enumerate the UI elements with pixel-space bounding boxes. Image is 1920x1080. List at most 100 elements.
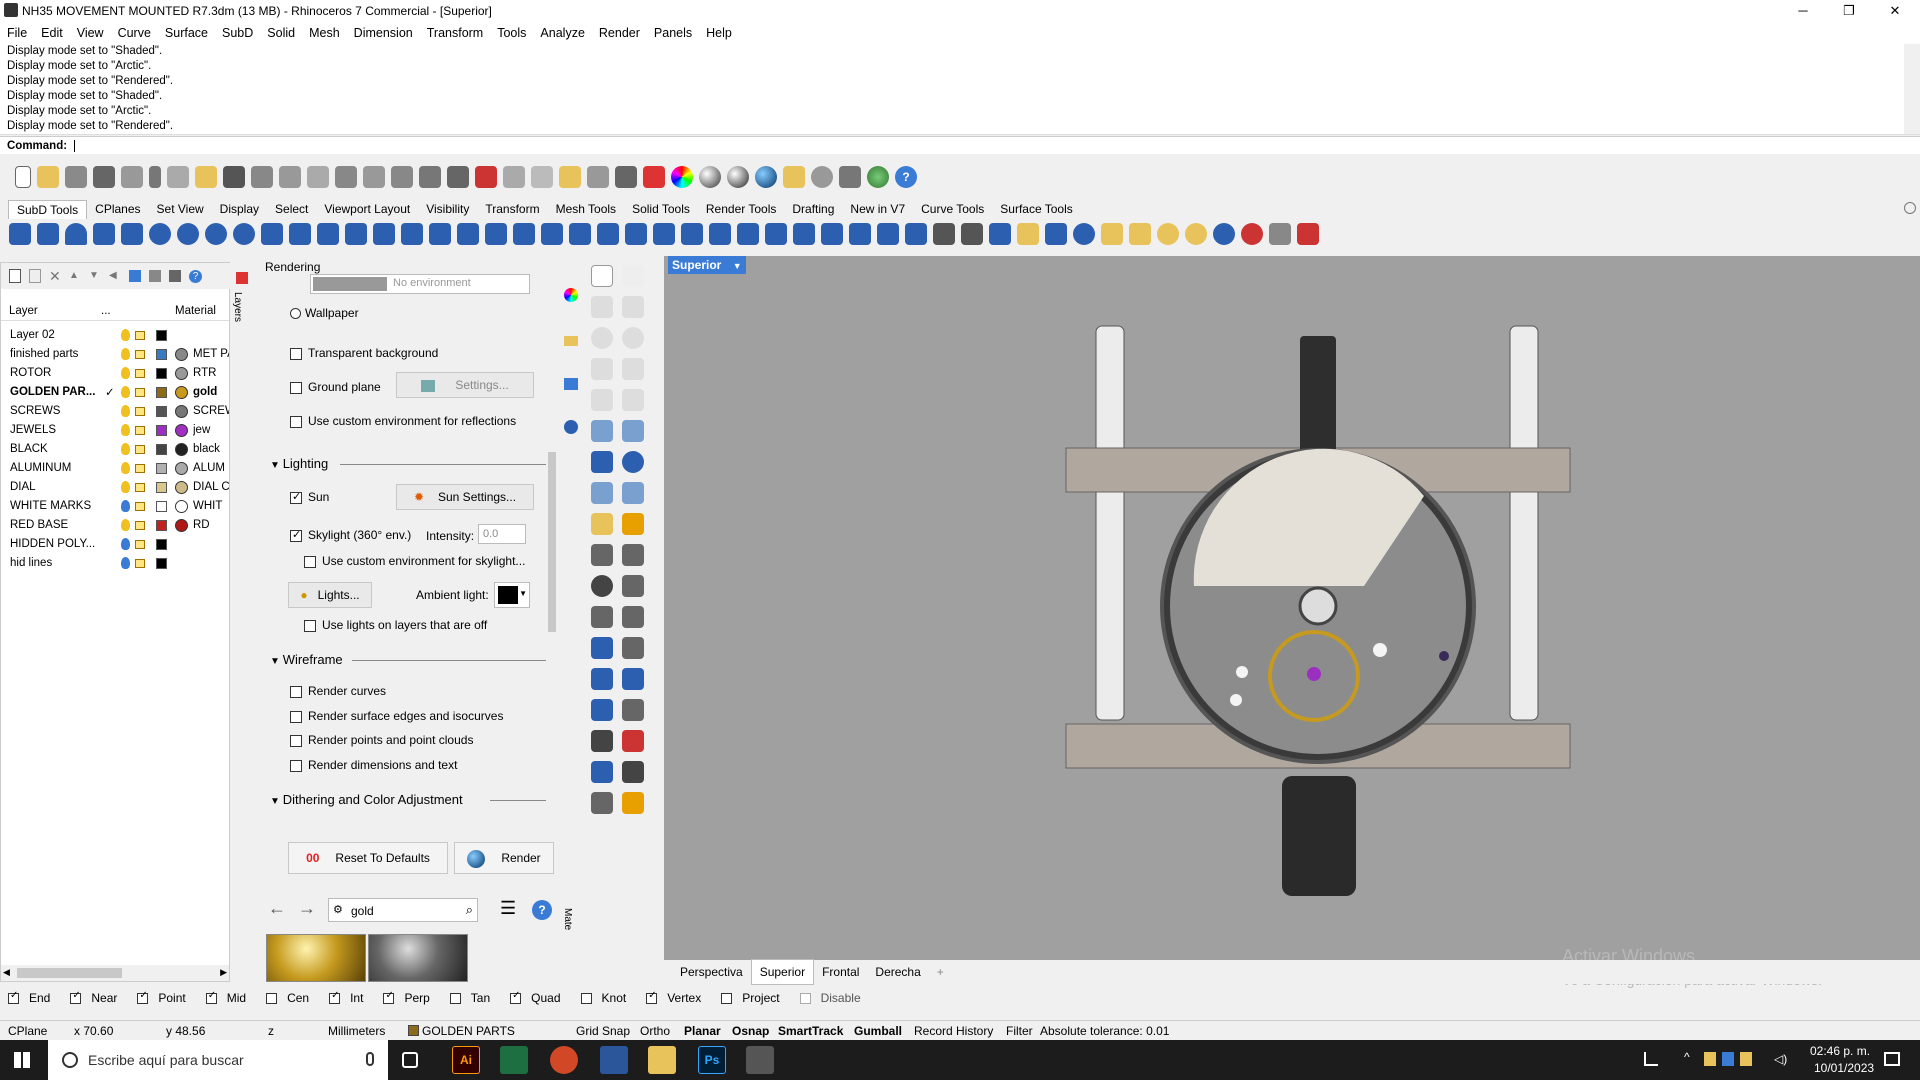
solid-union-icon[interactable] xyxy=(622,451,645,473)
word-icon[interactable] xyxy=(600,1046,628,1074)
dimension-icon[interactable] xyxy=(839,166,861,188)
transparent-bg-checkbox[interactable]: Transparent background xyxy=(290,346,438,360)
layer-color-swatch[interactable] xyxy=(156,444,167,455)
text-tool-icon[interactable] xyxy=(591,637,613,659)
search-icon[interactable]: ⌕ xyxy=(466,902,473,918)
layer-options-icon[interactable] xyxy=(149,270,161,282)
lock-icon[interactable] xyxy=(135,331,145,340)
dim-tool-icon[interactable] xyxy=(622,637,645,659)
subd-quadremesh-icon[interactable] xyxy=(681,223,703,245)
ambient-color-picker[interactable]: ▼ xyxy=(494,582,530,608)
menu-surface[interactable]: Surface xyxy=(158,22,215,44)
layer-row[interactable]: hid lines xyxy=(1,555,229,574)
paste-icon[interactable] xyxy=(195,166,217,188)
material-search[interactable]: ⚙ gold ⌕ xyxy=(328,898,478,922)
menu-solid[interactable]: Solid xyxy=(260,22,302,44)
layer-material[interactable]: SCREW xyxy=(193,405,229,417)
subd-slide-icon[interactable] xyxy=(765,223,787,245)
edit-tool-icon[interactable] xyxy=(591,761,613,783)
layer-name[interactable]: HIDDEN POLY... xyxy=(10,538,95,550)
paint-tool-icon[interactable] xyxy=(622,792,645,814)
menu-subd[interactable]: SubD xyxy=(215,22,260,44)
subd-multi-icon[interactable] xyxy=(989,223,1011,245)
filter-icon[interactable] xyxy=(129,270,141,282)
visibility-bulb-icon[interactable] xyxy=(121,557,130,569)
osnap-disable[interactable]: Disable xyxy=(799,991,871,1005)
menu-icon[interactable]: ☰ xyxy=(500,898,516,919)
layers-help-icon[interactable]: ? xyxy=(189,269,202,283)
task-view-icon[interactable] xyxy=(402,1052,418,1068)
save-icon[interactable] xyxy=(65,166,87,188)
subd-sphere-icon[interactable] xyxy=(149,223,171,245)
excel-icon[interactable] xyxy=(500,1046,528,1074)
subd-pipe-icon[interactable] xyxy=(345,223,367,245)
analyze-tool-icon[interactable] xyxy=(622,730,645,752)
lock-icon[interactable] xyxy=(135,369,145,378)
import-icon[interactable] xyxy=(121,166,143,188)
rendering-scrollbar[interactable] xyxy=(546,282,558,836)
subd-globe2-icon[interactable] xyxy=(1073,223,1095,245)
light-tool-icon[interactable] xyxy=(622,513,645,535)
tab-select[interactable]: Select xyxy=(267,200,316,218)
menu-edit[interactable]: Edit xyxy=(34,22,70,44)
layer-material[interactable]: MET PA xyxy=(193,348,229,360)
photoshop-icon[interactable]: Ps xyxy=(698,1046,726,1074)
lights-button[interactable]: ● Lights... xyxy=(288,582,372,608)
lock-icon[interactable] xyxy=(135,388,145,397)
tab-transform[interactable]: Transform xyxy=(477,200,547,218)
osnap-quad[interactable]: Quad xyxy=(510,990,570,1005)
lock-icon[interactable] xyxy=(615,166,637,188)
subd-cage3-icon[interactable] xyxy=(1213,223,1235,245)
subd-loft-icon[interactable] xyxy=(261,223,283,245)
materials-vtab[interactable]: Mate xyxy=(562,908,573,930)
subd-grid-icon[interactable] xyxy=(905,223,927,245)
layer-row[interactable]: ALUMINUM ALUM xyxy=(1,460,229,479)
layer-color-swatch[interactable] xyxy=(156,558,167,569)
cplane-elev-icon[interactable] xyxy=(503,166,525,188)
layer-color-swatch[interactable] xyxy=(156,330,167,341)
taskbar-search[interactable]: Escribe aquí para buscar xyxy=(48,1040,388,1080)
layer-row[interactable]: DIAL DIAL C xyxy=(1,479,229,498)
intensity-stepper[interactable]: 0.0 xyxy=(478,524,526,544)
pencil-tool-icon[interactable] xyxy=(591,792,613,814)
material-swatch[interactable] xyxy=(175,367,188,380)
wallpaper-radio[interactable]: Wallpaper xyxy=(290,306,359,320)
tab-solid-tools[interactable]: Solid Tools xyxy=(624,200,698,218)
menu-transform[interactable]: Transform xyxy=(420,22,491,44)
tab-subd-tools[interactable]: SubD Tools xyxy=(8,199,88,219)
visibility-bulb-icon[interactable] xyxy=(121,367,130,379)
scroll-right-icon[interactable]: ▶ xyxy=(220,967,227,978)
curve-cv-icon[interactable] xyxy=(622,296,645,318)
boolean-tool-icon[interactable] xyxy=(591,575,613,597)
visibility-bulb-icon[interactable] xyxy=(121,443,130,455)
maximize-button[interactable]: ❐ xyxy=(1826,0,1872,22)
reset-defaults-button[interactable]: 00 Reset To Defaults xyxy=(288,842,448,874)
layer-icon[interactable] xyxy=(643,166,665,188)
gold-material-swatch[interactable] xyxy=(266,934,366,982)
menu-help[interactable]: Help xyxy=(699,22,739,44)
material-swatch[interactable] xyxy=(175,405,188,418)
rhino-taskbar-icon[interactable] xyxy=(746,1046,774,1074)
layer-name[interactable]: SCREWS xyxy=(10,405,60,417)
layer-material[interactable]: DIAL C xyxy=(193,481,229,493)
render-icon[interactable] xyxy=(755,166,777,188)
forward-icon[interactable]: → xyxy=(298,898,316,919)
layer-name[interactable]: ROTOR xyxy=(10,367,51,379)
new-layer-icon[interactable] xyxy=(9,269,21,283)
visibility-bulb-icon[interactable] xyxy=(121,500,130,512)
illustrator-icon[interactable]: Ai xyxy=(452,1046,480,1074)
osnap-point[interactable]: Point xyxy=(137,990,195,1005)
move-down-icon[interactable]: ▼ xyxy=(89,270,101,282)
subd-torus-icon[interactable] xyxy=(205,223,227,245)
layer-row[interactable]: HIDDEN POLY... xyxy=(1,536,229,555)
trim-tool-icon[interactable] xyxy=(622,544,645,566)
menu-tools[interactable]: Tools xyxy=(490,22,533,44)
taskbar-date[interactable]: 10/01/2023 xyxy=(1814,1061,1874,1075)
color-wheel-icon[interactable] xyxy=(671,166,693,188)
notification-icon[interactable] xyxy=(1884,1052,1900,1066)
subd-display-icon[interactable] xyxy=(821,223,843,245)
subd-paint-icon[interactable] xyxy=(1129,223,1151,245)
tab-drafting[interactable]: Drafting xyxy=(784,200,842,218)
visibility-bulb-icon[interactable] xyxy=(121,538,130,550)
visibility-bulb-icon[interactable] xyxy=(121,329,130,341)
